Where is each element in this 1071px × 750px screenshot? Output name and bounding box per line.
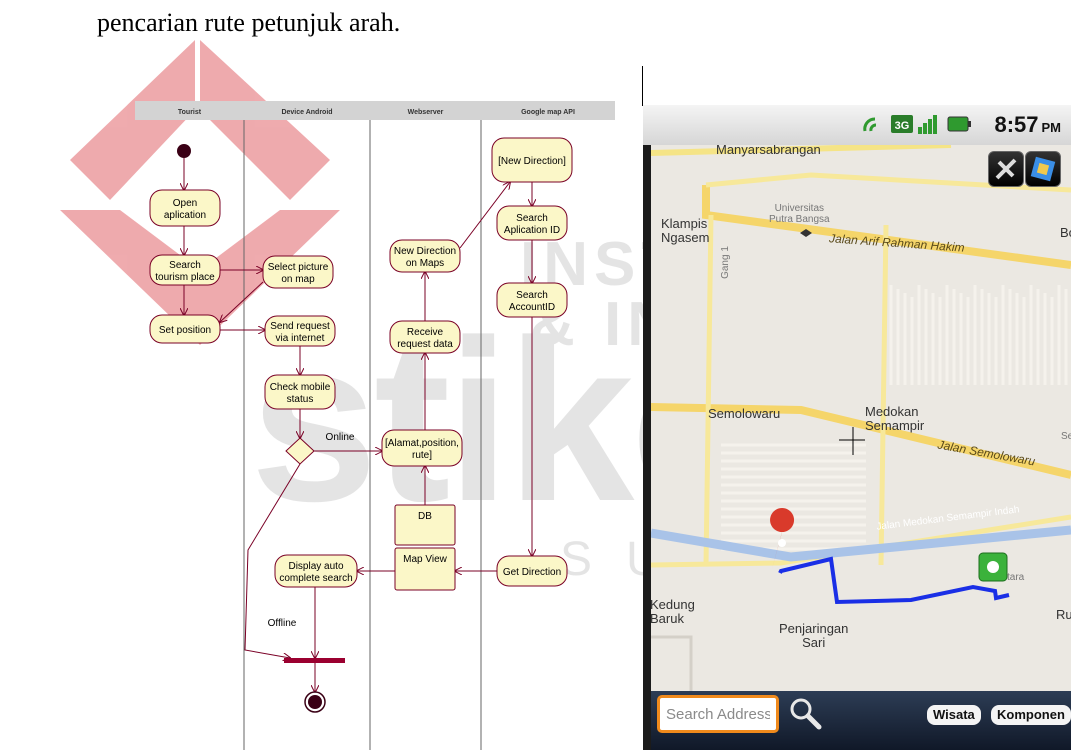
node-label-db: DB [418, 511, 432, 522]
node-label-display-auto: complete search [279, 573, 352, 584]
decision-node [285, 437, 315, 465]
node-label-new-direction-maps: New Direction [394, 246, 456, 257]
node-label-receive-request: Receive [407, 327, 444, 338]
svg-text:3G: 3G [895, 120, 910, 132]
node-label-search-tourism: tourism place [155, 272, 215, 283]
map-label-ru: Ru [1056, 607, 1071, 622]
destination-marker-icon [978, 552, 1008, 582]
lane-header-2: Webserver [408, 109, 444, 116]
lane-header-0: Tourist [178, 109, 202, 116]
map-label-manyarsabrangan: Manyarsabrangan [716, 145, 821, 157]
node-label-search-account-id: Search [516, 290, 548, 301]
node-label-check-mobile: Check mobile [270, 382, 331, 393]
sync-icon [863, 117, 877, 132]
join-bar [284, 658, 345, 663]
komponen-button[interactable]: Komponen [991, 705, 1071, 725]
map-label-medokan: Medokan Semampir [865, 404, 925, 434]
lane-header-3: Google map API [521, 109, 575, 116]
wisata-button[interactable]: Wisata [927, 705, 981, 725]
node-label-open-app: aplication [164, 210, 206, 221]
status-clock: 8:57 PM [994, 112, 1061, 137]
map-label-semolowaru: Semolowaru [708, 406, 781, 421]
map-label-gang: Gang 1 [719, 246, 731, 279]
map-label-bok: Bok [1060, 225, 1071, 240]
node-label-search-account-id: AccountID [509, 302, 555, 313]
initial-node [177, 144, 191, 158]
map-label-sek: Sek [1061, 431, 1071, 442]
node-label-receive-request: request data [397, 339, 453, 350]
map-label-universitas: Universitas Putra Bangsa [769, 203, 830, 225]
3g-icon: 3G [891, 115, 913, 133]
node-label-select-picture: on map [281, 274, 315, 285]
map-label-klampis: Klampis Ngasem [661, 216, 710, 246]
node-label-alamat: rute] [412, 450, 432, 461]
node-label-search-app-id: Search [516, 213, 548, 224]
node-label-alamat: [Alamat,position, [385, 438, 459, 449]
map-view[interactable]: Manyarsabrangan Universitas Putra Bangsa … [651, 145, 1071, 691]
map-label-tara: tara [1007, 572, 1025, 583]
node-label-search-app-id: Aplication ID [504, 225, 560, 236]
final-node-inner [308, 695, 322, 709]
satellite-icon [995, 158, 1017, 180]
node-label-open-app: Open [173, 198, 197, 209]
search-address-input[interactable] [657, 695, 779, 733]
diagram-edge [220, 281, 264, 322]
node-label-check-mobile: status [287, 394, 314, 405]
node-label-new-direction: [New Direction] [498, 156, 566, 167]
guard-offline: Offline [268, 618, 297, 629]
node-label-get-direction: Get Direction [503, 567, 561, 578]
activity-diagram: Tourist Device Android Webserver Google map… [135, 101, 615, 750]
node-label-search-tourism: Search [169, 260, 201, 271]
node-label-display-auto: Display auto [288, 561, 343, 572]
map-label-penjaringan: Penjaringan Sari [779, 621, 849, 651]
search-icon[interactable] [787, 695, 823, 731]
node-label-send-request: Send request [270, 321, 330, 332]
status-bar: 3G 8:57 PM [643, 105, 1071, 145]
signal-icon [918, 115, 937, 134]
figure-divider [642, 66, 643, 106]
node-label-new-direction-maps: on Maps [406, 258, 444, 269]
guard-online: Online [326, 432, 355, 443]
lane-header-1: Device Android [281, 109, 332, 116]
node-label-set-position: Set position [159, 325, 211, 336]
bottom-toolbar: Wisata Komponen [651, 691, 1071, 750]
map-layers-button[interactable] [1025, 151, 1061, 187]
android-phone-screen: 3G 8:57 PM Manyarsabrangan Universitas P… [643, 105, 1071, 750]
node-label-send-request: via internet [276, 333, 325, 344]
map-layers-icon [1030, 156, 1056, 182]
node-label-map-view: Map View [403, 554, 448, 565]
battery-icon [947, 116, 971, 132]
node-label-select-picture: Select picture [268, 262, 329, 273]
map-settings-button[interactable] [988, 151, 1024, 187]
map-label-kedung: Kedung Baruk [651, 597, 695, 627]
